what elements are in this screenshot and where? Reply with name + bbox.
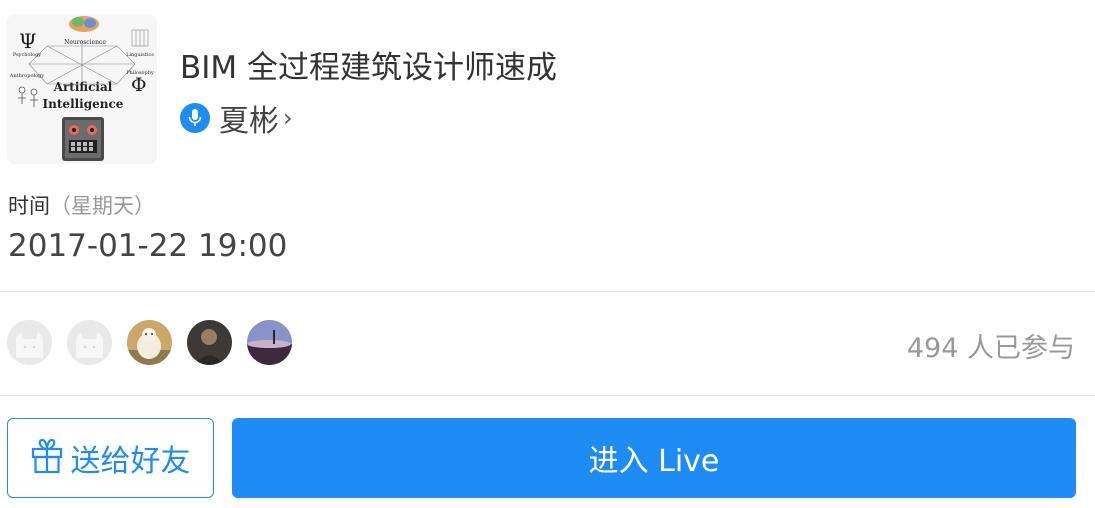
- speaker-name: 夏彬: [219, 104, 279, 139]
- live-title: BIM 全过程建筑设计师速成: [180, 50, 558, 86]
- gift-icon: [31, 438, 63, 478]
- svg-text:Ψ: Ψ: [19, 29, 37, 53]
- default-avatar[interactable]: [67, 320, 112, 365]
- participant-avatars: [7, 320, 292, 365]
- landscape-avatar[interactable]: [247, 320, 292, 365]
- cover-label-anthropology: Anthropology: [9, 73, 44, 79]
- person-avatar[interactable]: [187, 320, 232, 365]
- gift-to-friend-button[interactable]: 送给好友: [7, 418, 214, 498]
- chevron-right-icon: ›: [283, 104, 293, 132]
- divider: [0, 291, 1095, 292]
- cover-label-ai-line1: Artificial: [53, 80, 113, 94]
- speaker-link[interactable]: 夏彬 ›: [180, 100, 293, 139]
- divider: [0, 395, 1095, 396]
- live-cover-image: Neuroscience Linguistics Psychology Phil…: [7, 14, 157, 164]
- cover-label-neuroscience: Neuroscience: [64, 39, 106, 46]
- enter-live-button[interactable]: 进入 Live: [232, 418, 1076, 498]
- live-datetime: 2017-01-22 19:00: [8, 228, 288, 264]
- participant-count: 494 人已参与: [906, 333, 1075, 364]
- polar-bear-avatar[interactable]: [127, 320, 172, 365]
- weekday-label: （星期天）: [50, 194, 155, 218]
- microphone-icon: [180, 103, 210, 133]
- gift-button-label: 送给好友: [70, 444, 191, 479]
- enter-live-label: 进入 Live: [588, 444, 720, 479]
- cover-label-linguistics: Linguistics: [126, 52, 154, 58]
- ai-disciplines-cover-icon: Neuroscience Linguistics Psychology Phil…: [9, 16, 154, 161]
- cover-label-ai-line2: Intelligence: [43, 97, 124, 111]
- default-avatar[interactable]: [7, 320, 52, 365]
- time-label-row: 时间（星期天）: [8, 190, 155, 220]
- svg-text:Φ: Φ: [131, 74, 147, 96]
- time-label: 时间: [8, 194, 50, 218]
